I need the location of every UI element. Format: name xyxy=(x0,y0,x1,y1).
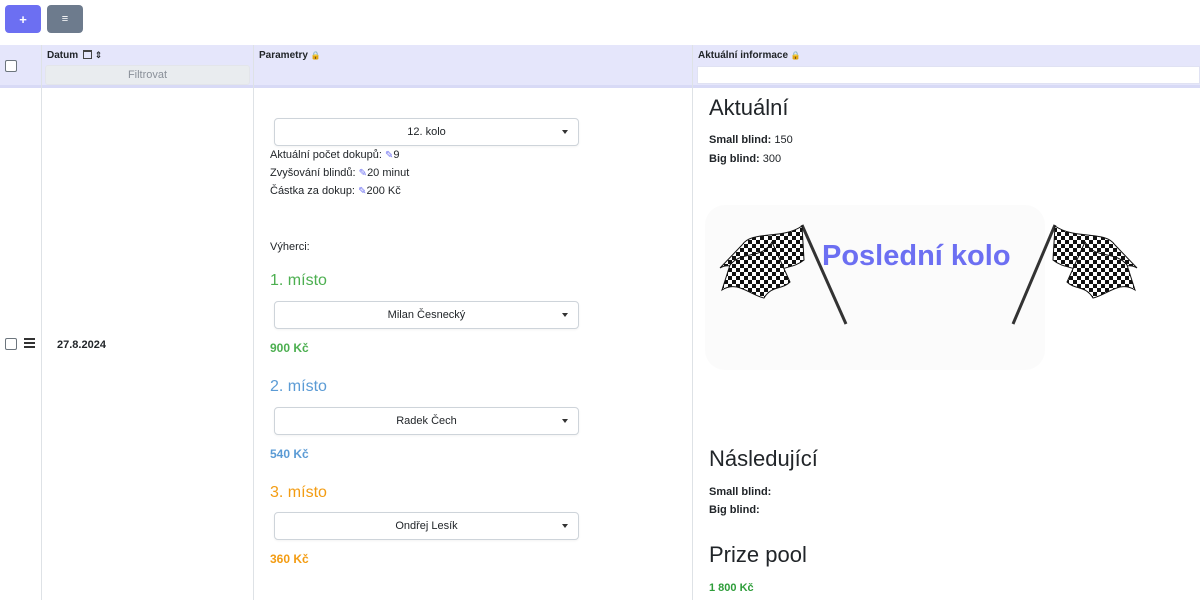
chevron-down-icon xyxy=(562,419,568,423)
pencil-icon[interactable]: ✎ xyxy=(359,168,367,179)
small-blind-label: Small blind: xyxy=(709,134,772,146)
place-1-title: 1. místo xyxy=(270,272,327,289)
header-info: Aktuální informace 🔒 xyxy=(698,50,801,61)
columns-menu-button[interactable]: ≡ xyxy=(47,5,83,33)
sort-icon[interactable]: ⇕ xyxy=(95,50,103,60)
select-all-checkbox[interactable] xyxy=(5,60,17,72)
next-small-blind: Small blind: xyxy=(709,486,771,498)
drag-handle-icon[interactable] xyxy=(24,338,35,350)
round-select[interactable]: 12. kolo xyxy=(274,118,579,146)
place-3-select[interactable]: Ondřej Lesík xyxy=(274,512,579,540)
rebuy-amount-value[interactable]: 200 Kč xyxy=(366,185,400,197)
calendar-icon xyxy=(82,50,92,59)
info-filter-input[interactable] xyxy=(697,66,1200,84)
prize-pool-title: Prize pool xyxy=(709,542,807,567)
place-1-player: Milan Česnecký xyxy=(387,309,466,321)
chevron-down-icon xyxy=(562,313,568,317)
row-date: 27.8.2024 xyxy=(57,339,106,351)
place-1-select[interactable]: Milan Česnecký xyxy=(274,301,579,329)
next-big-blind: Big blind: xyxy=(709,504,760,516)
column-divider xyxy=(253,45,254,600)
header-parametry: Parametry 🔒 xyxy=(259,50,321,61)
prize-pool-value: 1 800 Kč xyxy=(709,582,754,594)
small-blind-value: 150 xyxy=(774,134,793,146)
chevron-down-icon xyxy=(562,524,568,528)
current-small-blind: Small blind: 150 xyxy=(709,134,793,146)
checkered-flag-right-icon xyxy=(1011,224,1138,325)
lock-icon: 🔒 xyxy=(310,51,321,60)
column-divider xyxy=(692,45,693,600)
checkered-flag-left-icon xyxy=(719,224,848,325)
header-datum-label: Datum xyxy=(47,50,79,61)
next-big-blind-label: Big blind: xyxy=(709,504,760,516)
rebuy-amount-param: Částka za dokup: ✎200 Kč xyxy=(270,185,401,197)
blinds-param: Zvyšování blindů: ✎20 minut xyxy=(270,167,409,179)
place-2-select[interactable]: Radek Čech xyxy=(274,407,579,435)
header-datum[interactable]: Datum ⇕ xyxy=(47,50,102,61)
rebuys-value[interactable]: 9 xyxy=(393,149,399,161)
header-info-label: Aktuální informace xyxy=(698,50,789,61)
round-select-value: 12. kolo xyxy=(407,126,446,138)
next-title: Následující xyxy=(709,446,818,471)
current-big-blind: Big blind: 300 xyxy=(709,153,781,165)
place-3-title: 3. místo xyxy=(270,484,327,501)
rebuy-amount-label: Částka za dokup: xyxy=(270,185,355,197)
lock-icon: 🔒 xyxy=(790,51,801,60)
place-2-prize: 540 Kč xyxy=(270,447,309,461)
place-3-player: Ondřej Lesík xyxy=(395,520,458,532)
place-3-prize: 360 Kč xyxy=(270,552,309,566)
rebuys-param: Aktuální počet dokupů: ✎9 xyxy=(270,149,400,161)
place-2-player: Radek Čech xyxy=(396,415,457,427)
place-1-prize: 900 Kč xyxy=(270,341,309,355)
last-round-text: Poslední kolo xyxy=(822,240,1011,272)
header-parametry-label: Parametry xyxy=(259,50,308,61)
blinds-value[interactable]: 20 minut xyxy=(367,167,409,179)
blinds-label: Zvyšování blindů: xyxy=(270,167,356,179)
add-button[interactable]: + xyxy=(5,5,41,33)
column-divider xyxy=(41,45,42,600)
next-small-blind-label: Small blind: xyxy=(709,486,772,498)
winners-label: Výherci: xyxy=(270,241,310,253)
chevron-down-icon xyxy=(562,130,568,134)
big-blind-label: Big blind: xyxy=(709,153,760,165)
big-blind-value: 300 xyxy=(762,153,782,165)
place-2-title: 2. místo xyxy=(270,378,327,395)
rebuys-label: Aktuální počet dokupů: xyxy=(270,149,382,161)
row-checkbox[interactable] xyxy=(5,338,17,350)
current-title: Aktuální xyxy=(709,95,789,120)
filter-button[interactable]: Filtrovat xyxy=(45,65,250,85)
